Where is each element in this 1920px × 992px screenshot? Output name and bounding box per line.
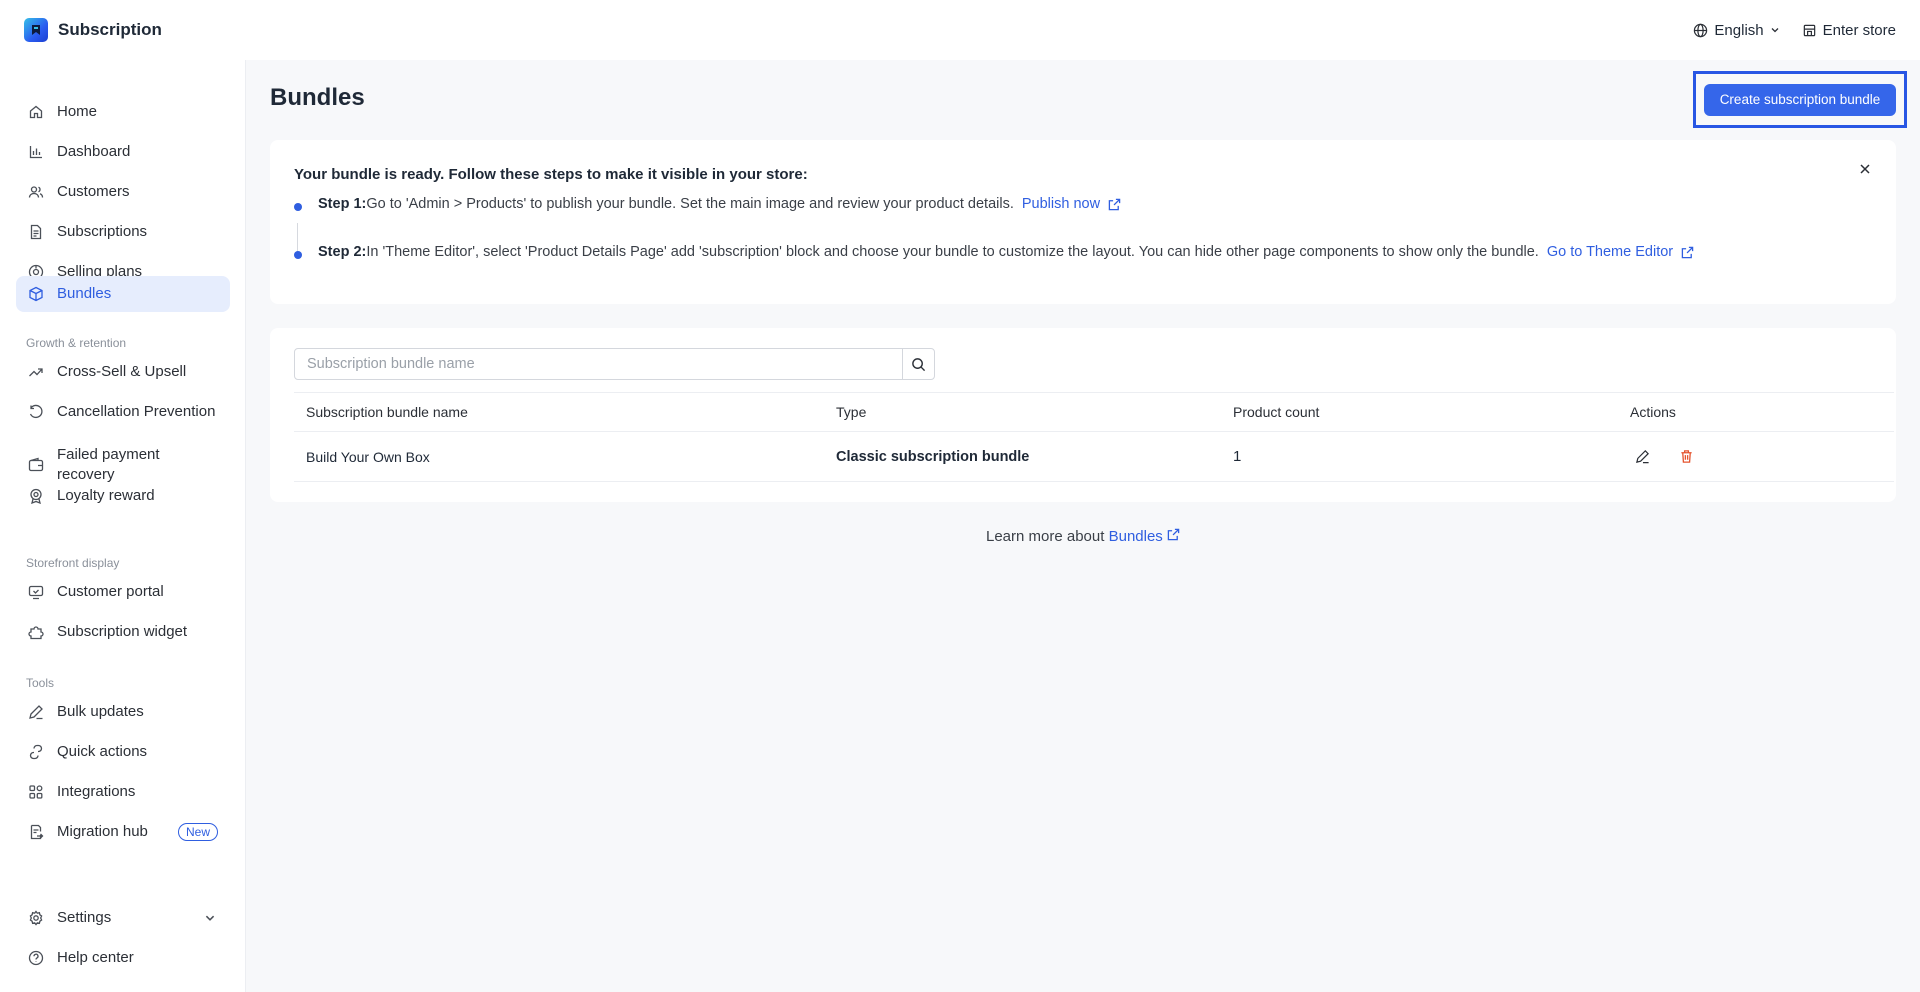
new-badge: New (177, 823, 218, 841)
portal-icon (28, 585, 44, 600)
sidebar-item-bulk-updates[interactable]: Bulk updates (16, 694, 230, 730)
bundles-table-card: Subscription bundle name Type Product co… (270, 328, 1896, 502)
step-1: Step 1: Go to 'Admin > Products' to publ… (318, 196, 1121, 212)
search-input[interactable] (295, 349, 902, 379)
steps-connector (297, 223, 298, 253)
search-icon (912, 357, 926, 371)
globe-icon (1694, 23, 1708, 37)
lightning-icon (29, 744, 43, 760)
store-icon (1803, 24, 1815, 36)
publish-now-link[interactable]: Publish now (1022, 196, 1121, 212)
migrate-icon (30, 824, 44, 840)
sidebar-item-cross-sell[interactable]: Cross-Sell & Upsell (16, 354, 230, 390)
enter-store-label: Enter store (1822, 21, 1896, 39)
sidebar-item-home[interactable]: Home (16, 94, 230, 130)
sidebar-item-customers[interactable]: Customers (16, 174, 230, 210)
go-to-theme-editor-link[interactable]: Go to Theme Editor (1547, 244, 1694, 260)
puzzle-icon (28, 626, 44, 640)
row-actions (1630, 432, 1698, 481)
trend-up-icon (29, 368, 43, 377)
sidebar-item-integrations[interactable]: Integrations (16, 774, 230, 810)
top-bar: Subscription English Enter store (0, 0, 1920, 60)
table-row: Build Your Own Box Classic subscription … (294, 432, 1894, 482)
delete-button[interactable] (1674, 445, 1698, 469)
edit-icon (29, 705, 43, 720)
grid-icon (29, 785, 43, 799)
language-selector[interactable]: English (1693, 22, 1779, 39)
sidebar-item-loyalty-reward[interactable]: Loyalty reward (16, 478, 230, 514)
rotate-icon (29, 404, 43, 419)
bundle-type: Classic subscription bundle (836, 448, 1030, 465)
chevron-down-icon (205, 915, 215, 921)
box-icon (29, 286, 43, 302)
section-label-tools: Tools (26, 676, 55, 690)
step-2-label: Step 2: (318, 244, 367, 260)
external-link-icon (1108, 198, 1121, 210)
step-2: Step 2: In 'Theme Editor', select 'Produ… (318, 244, 1694, 260)
gear-icon (29, 910, 43, 926)
chevron-down-icon (1771, 28, 1779, 33)
wallet-icon (28, 457, 44, 472)
medal-icon (30, 488, 42, 504)
product-count: 1 (1233, 448, 1242, 465)
external-link-icon (1681, 246, 1694, 258)
step-1-label: Step 1: (318, 196, 367, 212)
step-1-text: Go to 'Admin > Products' to publish your… (366, 196, 1014, 212)
page-title: Bundles (270, 84, 365, 111)
section-label-growth: Growth & retention (26, 336, 127, 350)
trash-icon (1680, 450, 1692, 463)
edit-button[interactable] (1630, 445, 1654, 469)
column-header-actions: Actions (1630, 404, 1676, 420)
home-icon (29, 105, 43, 119)
close-icon[interactable] (1858, 162, 1872, 176)
sidebar-item-dashboard[interactable]: Dashboard (16, 134, 230, 170)
step-2-dot (294, 251, 302, 259)
create-button-highlight: Create subscription bundle (1693, 71, 1907, 128)
bundle-name: Build Your Own Box (306, 448, 430, 465)
column-header-name: Subscription bundle name (306, 404, 468, 420)
language-label: English (1714, 21, 1764, 39)
sidebar-item-customer-portal[interactable]: Customer portal (16, 574, 230, 610)
document-icon (30, 224, 42, 240)
search-box (294, 348, 935, 380)
external-link-icon (1167, 528, 1180, 541)
users-icon (28, 186, 44, 198)
sidebar: Home Dashboard Customers Subscriptions S… (0, 60, 246, 992)
search-button[interactable] (902, 349, 934, 379)
sidebar-item-help-center[interactable]: Help center (16, 940, 230, 976)
edit-icon (1635, 450, 1649, 464)
table-header: Subscription bundle name Type Product co… (294, 392, 1894, 432)
create-subscription-bundle-button[interactable]: Create subscription bundle (1704, 83, 1896, 116)
step-2-text: In 'Theme Editor', select 'Product Detai… (366, 244, 1539, 260)
step-1-dot (294, 203, 302, 211)
sidebar-item-cancellation-prevention[interactable]: Cancellation Prevention (16, 394, 230, 430)
app-logo-icon (24, 18, 48, 42)
setup-steps-card: Your bundle is ready. Follow these steps… (270, 140, 1896, 304)
column-header-product-count: Product count (1233, 404, 1320, 420)
app-title: Subscription (58, 20, 162, 39)
learn-more: Learn more about Bundles (0, 528, 1920, 545)
sidebar-item-settings[interactable]: Settings (16, 900, 230, 936)
sidebar-item-migration-hub[interactable]: Migration hub New (16, 814, 230, 850)
bundles-docs-link[interactable]: Bundles (1109, 528, 1180, 545)
column-header-type: Type (836, 404, 867, 420)
sidebar-item-subscriptions[interactable]: Subscriptions (16, 214, 230, 250)
section-label-storefront: Storefront display (26, 556, 120, 570)
help-icon (28, 950, 44, 966)
steps-heading: Your bundle is ready. Follow these steps… (294, 166, 808, 183)
bar-chart-icon (29, 146, 42, 159)
sidebar-item-subscription-widget[interactable]: Subscription widget (16, 614, 230, 650)
sidebar-item-quick-actions[interactable]: Quick actions (16, 734, 230, 770)
sidebar-item-bundles[interactable]: Bundles (16, 276, 230, 312)
learn-more-text: Learn more about (986, 528, 1105, 545)
enter-store-button[interactable]: Enter store (1802, 22, 1896, 39)
